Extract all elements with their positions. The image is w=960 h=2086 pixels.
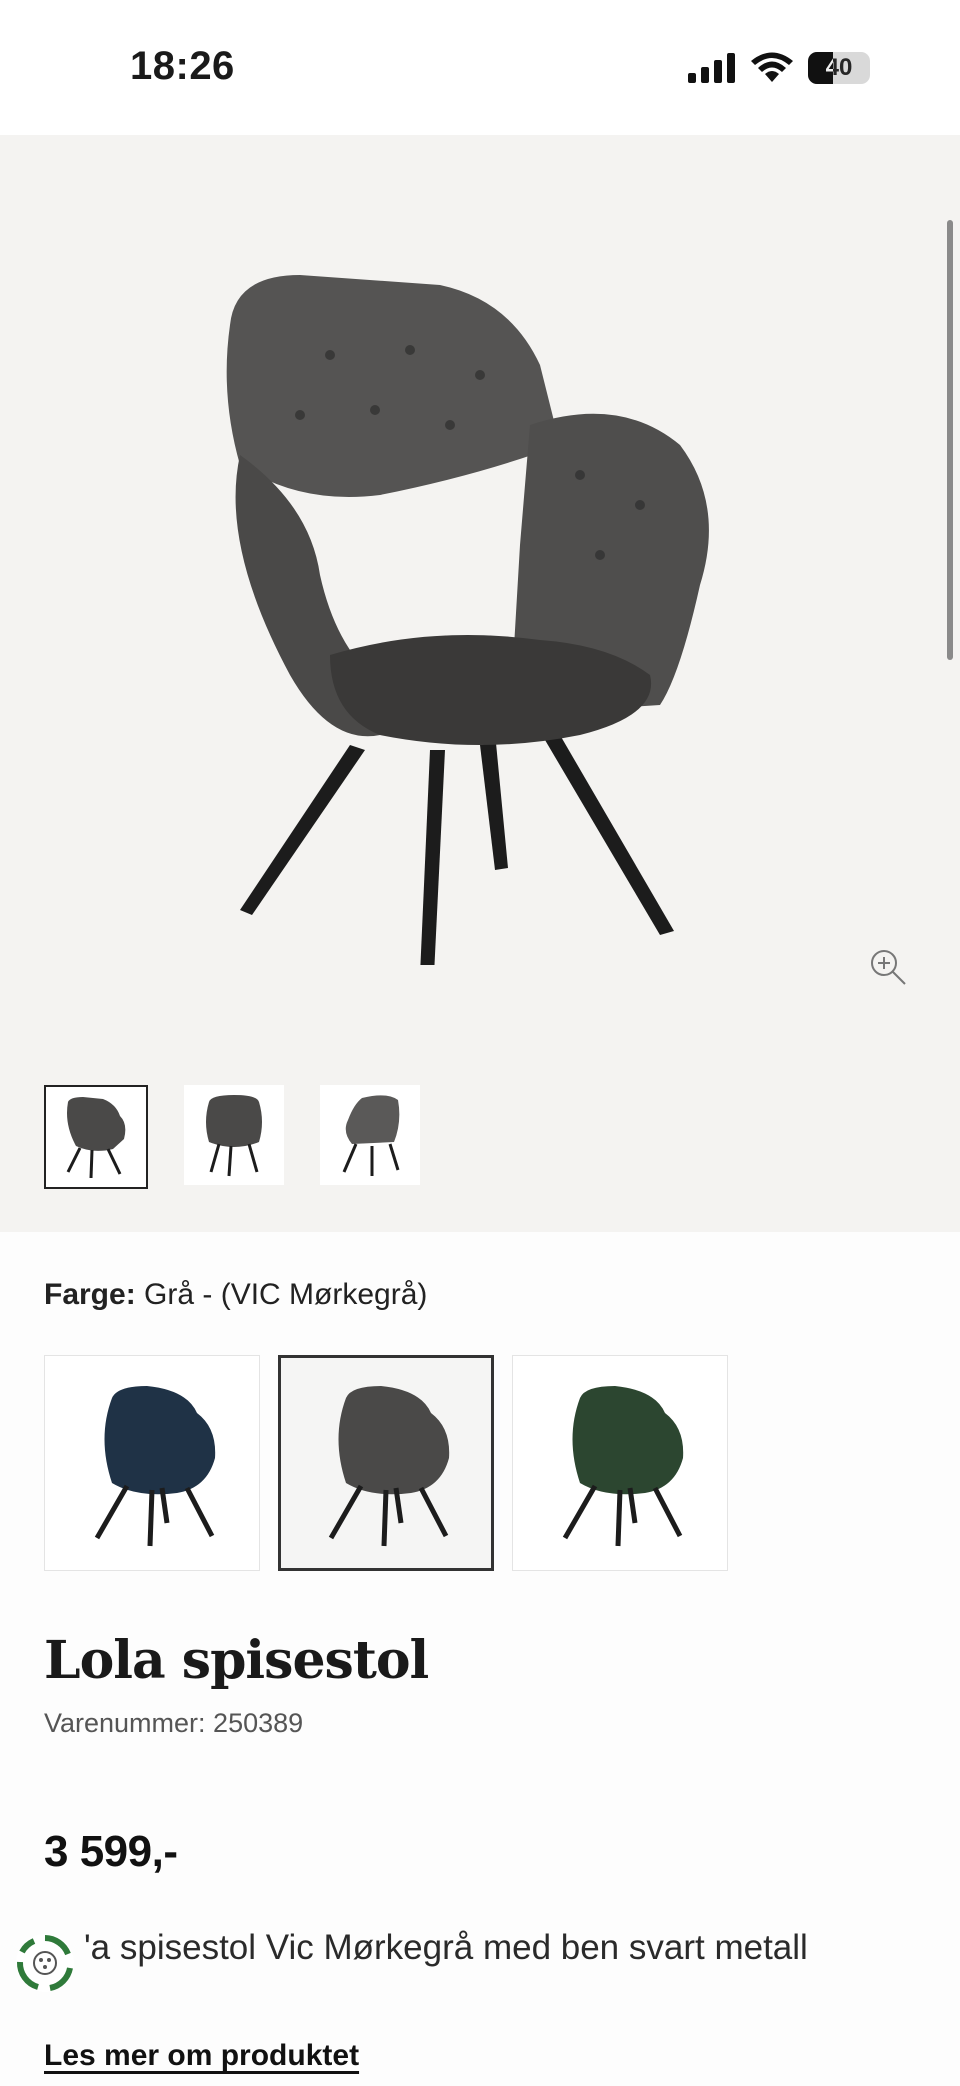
color-swatch-blue[interactable]	[44, 1355, 260, 1571]
chair-swatch-image	[94, 1386, 216, 1547]
chair-thumbnail-image	[342, 1095, 400, 1176]
product-title: Lola spisestol	[44, 1630, 429, 1691]
color-swatches	[44, 1355, 728, 1571]
color-label: Farge: Grå - (VIC Mørkegrå)	[44, 1278, 427, 1312]
chair-thumbnail-image	[206, 1095, 262, 1177]
product-description: 'a spisestol Vic Mørkegrå med ben svart …	[84, 1928, 808, 1967]
thumbnail-back[interactable]	[320, 1085, 420, 1185]
status-time: 18:26	[130, 44, 235, 88]
battery-indicator: 40	[808, 52, 870, 84]
status-bar: 18:26 40	[0, 0, 960, 135]
thumbnail-strip	[44, 1085, 420, 1189]
color-swatch-green[interactable]	[512, 1355, 728, 1571]
product-sku: Varenummer: 250389	[44, 1708, 304, 1738]
color-label-key: Farge:	[44, 1278, 136, 1311]
chair-swatch-image	[328, 1386, 450, 1547]
product-price: 3 599,-	[44, 1827, 178, 1876]
signal-icon	[688, 53, 735, 83]
product-gallery[interactable]	[0, 135, 960, 1232]
main-product-image[interactable]	[180, 245, 780, 965]
color-swatch-grey[interactable]	[278, 1355, 494, 1571]
thumbnail-front[interactable]	[184, 1085, 284, 1185]
color-value: Grå - (VIC Mørkegrå)	[144, 1278, 428, 1311]
status-icons: 40	[688, 52, 870, 84]
chair-thumbnail-image	[66, 1097, 126, 1179]
thumbnail-front-angle[interactable]	[44, 1085, 148, 1189]
chair-swatch-image	[562, 1386, 684, 1547]
recycle-icon[interactable]	[14, 1932, 76, 1994]
scroll-indicator[interactable]	[947, 220, 953, 660]
wifi-icon	[751, 52, 793, 82]
zoom-icon[interactable]	[868, 947, 908, 987]
read-more-link[interactable]: Les mer om produktet	[44, 2039, 359, 2073]
battery-level: 40	[825, 54, 853, 81]
